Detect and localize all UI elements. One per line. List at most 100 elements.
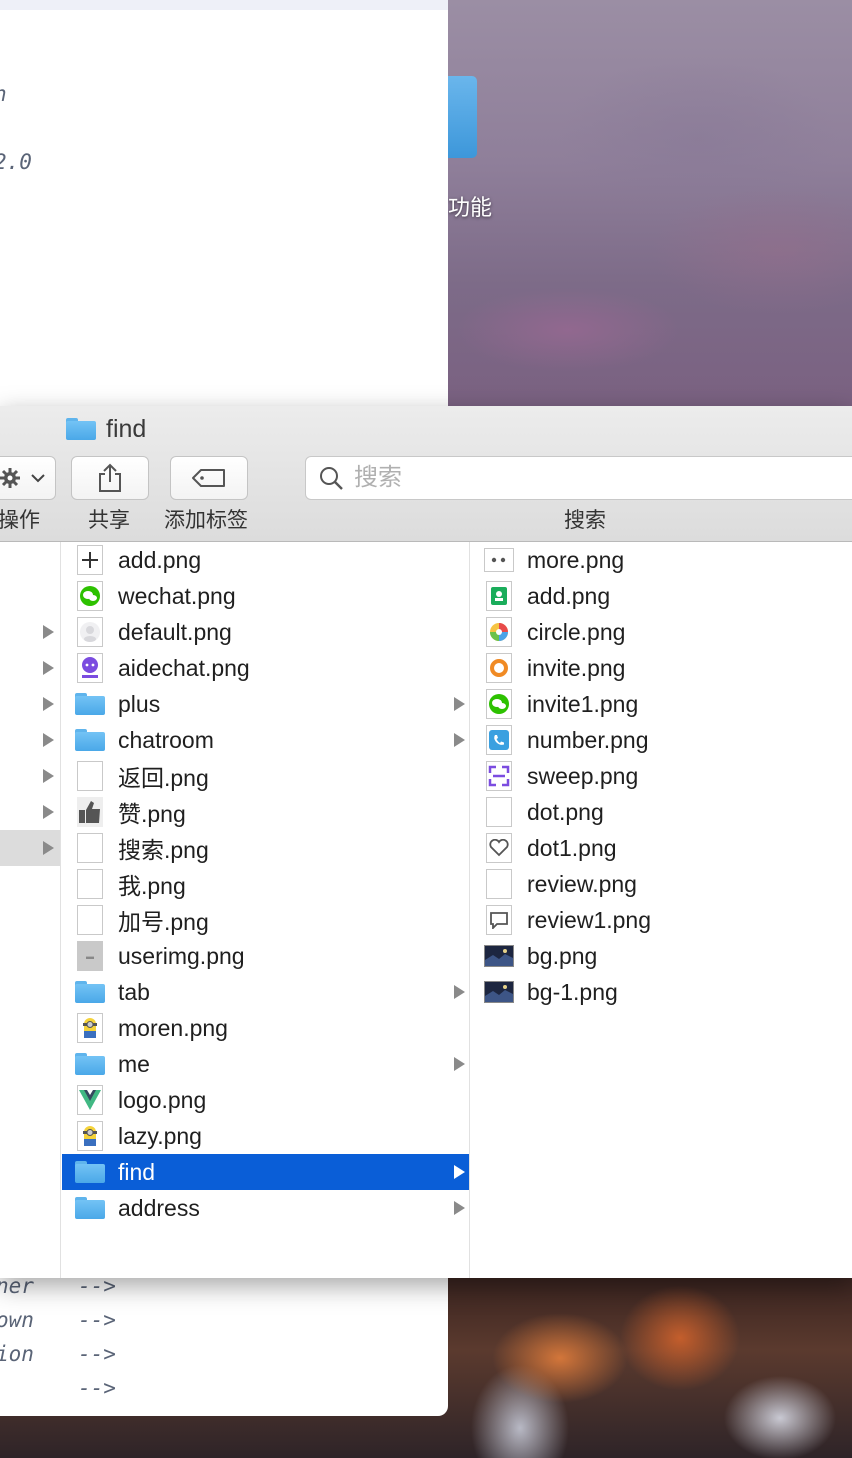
wechat-icon [75, 581, 105, 611]
wechat-icon [484, 689, 514, 719]
parent-list-item[interactable] [0, 614, 60, 650]
file-list-item[interactable]: review.png [471, 866, 852, 902]
parent-list-item[interactable] [0, 722, 60, 758]
file-list-item[interactable]: 返回.png [62, 758, 469, 794]
file-list-item[interactable]: 加号.png [62, 902, 469, 938]
disclosure-arrow-icon[interactable] [43, 769, 54, 783]
file-list-item[interactable]: add.png [471, 578, 852, 614]
file-list-item[interactable]: bg.png [471, 938, 852, 974]
item-name: userimg.png [118, 942, 245, 969]
search-field[interactable] [305, 456, 852, 500]
search-icon [320, 467, 343, 490]
file-list-item[interactable]: bg-1.png [471, 974, 852, 1010]
parent-list-item[interactable] [0, 794, 60, 830]
desktop-wallpaper [448, 0, 852, 406]
heart-icon [484, 833, 514, 863]
disclosure-arrow-icon[interactable] [43, 661, 54, 675]
disclosure-arrow-icon[interactable] [454, 1057, 465, 1071]
folder-list-item[interactable]: address [62, 1190, 469, 1226]
share-button[interactable] [71, 456, 149, 500]
vue-logo-icon [75, 1085, 105, 1115]
code-line: --> [78, 1376, 116, 1400]
minion-icon [75, 1121, 105, 1151]
column-parent[interactable] [0, 542, 61, 1278]
add-tag-label: 添加标签 [164, 509, 248, 532]
window-title-text: find [106, 414, 147, 443]
item-name: dot1.png [527, 834, 617, 861]
item-name: review1.png [527, 906, 652, 933]
disclosure-arrow-icon[interactable] [43, 697, 54, 711]
file-list-item[interactable]: add.png [62, 542, 469, 578]
file-list-item[interactable]: lazy.png [62, 1118, 469, 1154]
file-list-item[interactable]: aidechat.png [62, 650, 469, 686]
parent-list-item[interactable] [0, 650, 60, 686]
blank-file-icon [484, 869, 514, 899]
search-input[interactable] [354, 464, 754, 492]
parent-list-item[interactable] [0, 758, 60, 794]
disclosure-arrow-icon[interactable] [454, 1165, 465, 1179]
item-name: moren.png [118, 1014, 228, 1041]
disclosure-arrow-icon[interactable] [454, 985, 465, 999]
disclosure-arrow-icon[interactable] [43, 841, 54, 855]
file-list-item[interactable]: circle.png [471, 614, 852, 650]
file-list-item[interactable]: moren.png [62, 1010, 469, 1046]
share-icon [99, 463, 121, 492]
column-find-contents[interactable]: more.png add.png circle.png invite.png invit… [471, 542, 852, 1278]
file-list-item[interactable]: invite.png [471, 650, 852, 686]
file-list-item[interactable]: ▬ userimg.png [62, 938, 469, 974]
disclosure-arrow-icon[interactable] [454, 1201, 465, 1215]
file-list-item[interactable]: 搜索.png [62, 830, 469, 866]
file-list-item[interactable]: dot1.png [471, 830, 852, 866]
add-tag-button[interactable] [170, 456, 248, 500]
folder-list-item[interactable]: me [62, 1046, 469, 1082]
item-name: find [118, 1158, 156, 1185]
plus-icon [75, 545, 105, 575]
minion-icon [75, 1013, 105, 1043]
parent-list-item[interactable] [0, 686, 60, 722]
item-name: 我.png [118, 873, 186, 899]
item-name: invite.png [527, 654, 626, 681]
item-name: sweep.png [527, 762, 639, 789]
folder-icon [75, 1157, 105, 1187]
folder-list-item[interactable]: chatroom [62, 722, 469, 758]
parent-list-item[interactable] [0, 830, 60, 866]
item-name: bg-1.png [527, 978, 618, 1005]
color-wheel-icon [484, 617, 514, 647]
file-list-item[interactable]: dot.png [471, 794, 852, 830]
file-list-item[interactable]: number.png [471, 722, 852, 758]
file-list-item[interactable]: more.png [471, 542, 852, 578]
disclosure-arrow-icon[interactable] [454, 733, 465, 747]
item-name: 搜索.png [118, 837, 209, 863]
item-name: wechat.png [118, 582, 236, 609]
disclosure-arrow-icon[interactable] [43, 805, 54, 819]
code-line: n [0, 82, 7, 106]
share-label: 共享 [88, 509, 130, 532]
blank-file-icon [75, 905, 105, 935]
parent-list-item[interactable] [0, 578, 60, 614]
file-list-item[interactable]: 我.png [62, 866, 469, 902]
code-line: 2.0 [0, 150, 32, 174]
file-list-item[interactable]: default.png [62, 614, 469, 650]
folder-list-item[interactable]: tab [62, 974, 469, 1010]
item-name: bg.png [527, 942, 598, 969]
action-button[interactable] [0, 456, 56, 500]
item-name: circle.png [527, 618, 626, 645]
code-line: --> [78, 1308, 116, 1332]
file-list-item[interactable]: sweep.png [471, 758, 852, 794]
orange-ring-icon [484, 653, 514, 683]
file-list-item[interactable]: logo.png [62, 1082, 469, 1118]
disclosure-arrow-icon[interactable] [43, 625, 54, 639]
column-current[interactable]: add.png wechat.png default.png aidechat.png… [62, 542, 470, 1278]
folder-list-item[interactable]: find [62, 1154, 469, 1190]
desktop-folder-label[interactable]: 功能 [448, 190, 492, 222]
disclosure-arrow-icon[interactable] [454, 697, 465, 711]
file-list-item[interactable]: 赞.png [62, 794, 469, 830]
desktop-folder-icon[interactable] [445, 76, 477, 158]
disclosure-arrow-icon[interactable] [43, 733, 54, 747]
file-list-item[interactable]: wechat.png [62, 578, 469, 614]
file-list-item[interactable]: invite1.png [471, 686, 852, 722]
folder-list-item[interactable]: plus [62, 686, 469, 722]
file-list-item[interactable]: review1.png [471, 902, 852, 938]
item-name: plus [118, 690, 161, 717]
parent-list-item[interactable] [0, 542, 60, 578]
